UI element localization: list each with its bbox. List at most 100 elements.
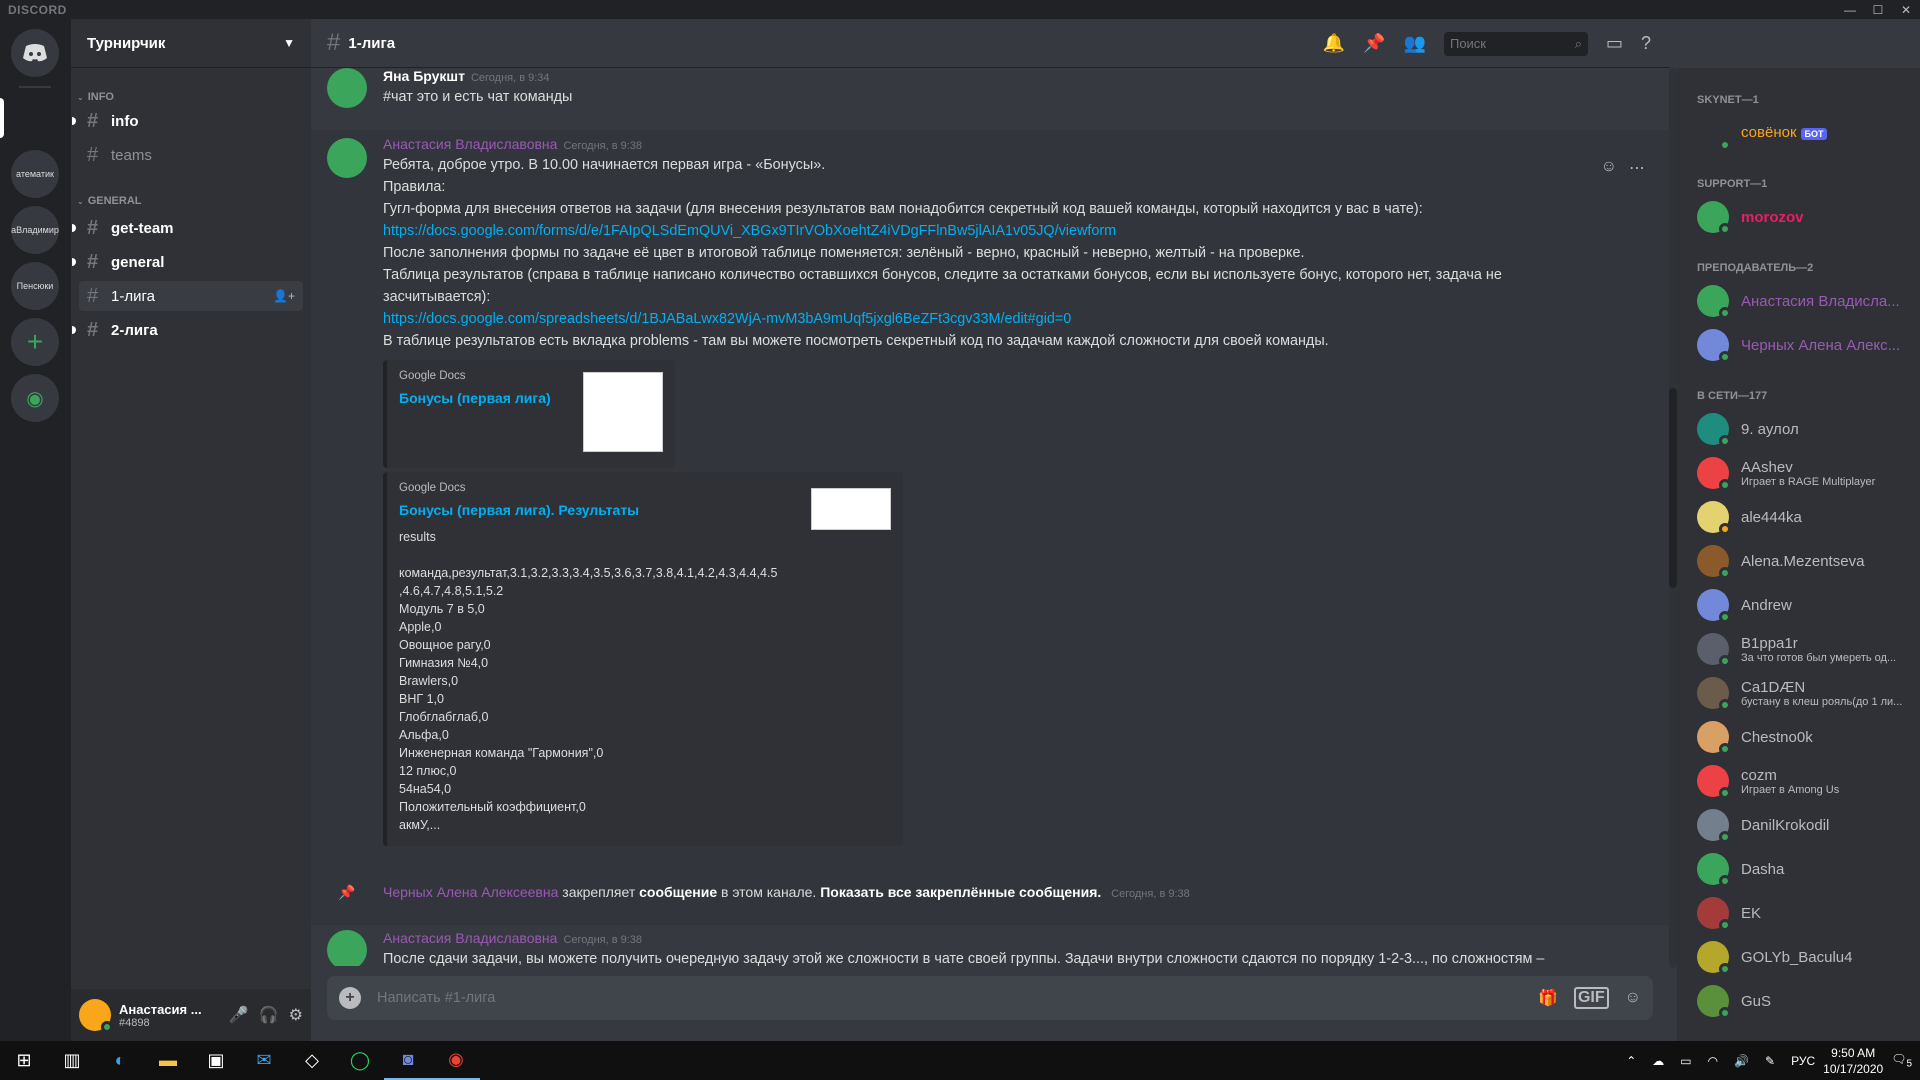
member-item[interactable]: AAshev Играет в RAGE Multiplayer xyxy=(1697,452,1912,494)
app-icon[interactable]: ◇ xyxy=(288,1041,336,1080)
message-timestamp: Сегодня, в 9:34 xyxy=(470,72,550,84)
pen-icon[interactable]: ✎ xyxy=(1765,1054,1775,1068)
member-item[interactable]: Alena.Mezentseva xyxy=(1697,540,1912,582)
member-item[interactable]: 9. аулол xyxy=(1697,408,1912,450)
search-icon: ⌕ xyxy=(1574,35,1582,51)
channel-2-liga[interactable]: #2-лига xyxy=(72,315,303,345)
channel-general[interactable]: # general xyxy=(72,247,303,277)
member-item[interactable]: cozm Играет в Among Us xyxy=(1697,760,1912,802)
avatar xyxy=(1697,633,1731,667)
maximize-icon[interactable]: ☐ xyxy=(1864,0,1892,19)
help-icon[interactable]: ? xyxy=(1641,33,1651,54)
message-author[interactable]: Яна Брукшт xyxy=(383,68,465,84)
hash-icon: # xyxy=(87,318,99,341)
member-item[interactable]: Ca1DÆN бустану в клеш рояль(до 1 ли... xyxy=(1697,672,1912,714)
member-item[interactable]: GuS xyxy=(1697,980,1912,1022)
add-server-button[interactable]: + xyxy=(11,318,59,366)
category-info[interactable]: ⌄ INFO xyxy=(71,87,114,107)
close-icon[interactable]: ✕ xyxy=(1892,0,1920,19)
volume-icon[interactable]: 🔊 xyxy=(1734,1054,1749,1068)
create-invite-icon[interactable]: 👤+ xyxy=(273,289,295,303)
upload-plus-icon[interactable]: + xyxy=(339,987,361,1009)
server-name: Турнирчик xyxy=(87,34,166,52)
discord-taskbar-icon[interactable]: ◙ xyxy=(384,1041,432,1080)
bell-icon[interactable]: 🔔 xyxy=(1323,33,1345,54)
members-icon[interactable]: 👥 xyxy=(1404,33,1426,54)
channel-teams[interactable]: # teams xyxy=(79,140,303,170)
wifi-icon[interactable]: ◠ xyxy=(1708,1054,1718,1068)
clock[interactable]: 9:50 AM 10/17/2020 xyxy=(1823,1045,1883,1077)
google-form-link[interactable]: https://docs.google.com/forms/d/e/1FAIpQ… xyxy=(383,220,1669,242)
hash-icon: # xyxy=(87,250,99,273)
show-pinned-link[interactable]: Показать все закреплённые сообщения. xyxy=(820,884,1101,900)
member-item[interactable]: Chestno0k xyxy=(1697,716,1912,758)
message-author[interactable]: Анастасия Владиславовна xyxy=(383,930,557,946)
pin-icon[interactable]: 📌 xyxy=(1363,33,1385,54)
server-turnirchik[interactable] xyxy=(11,94,59,142)
gif-button[interactable]: GIF xyxy=(1573,987,1609,1009)
whatsapp-icon[interactable]: ◯ xyxy=(336,1041,384,1080)
message-composer[interactable]: + Написать #1-лига 🎁 GIF ☺ xyxy=(327,976,1653,1020)
cloud-icon[interactable]: ☁ xyxy=(1652,1054,1664,1068)
member-item[interactable]: EK xyxy=(1697,892,1912,934)
channel-info[interactable]: # info xyxy=(72,106,303,136)
more-options-icon[interactable]: ⋯ xyxy=(1629,158,1645,178)
member-item[interactable]: DanilKrokodil xyxy=(1697,804,1912,846)
edge-icon[interactable]: ◐ xyxy=(96,1041,144,1080)
store-icon[interactable]: ▣ xyxy=(192,1041,240,1080)
windows-start-icon[interactable]: ⊞ xyxy=(0,1041,48,1080)
message-author[interactable]: Анастасия Владиславовна xyxy=(383,136,557,152)
home-button[interactable] xyxy=(11,29,59,77)
file-explorer-icon[interactable]: ▬ xyxy=(144,1041,192,1080)
scrollbar[interactable] xyxy=(1669,68,1677,968)
task-view-icon[interactable]: ▥ xyxy=(48,1041,96,1080)
channel-get-team[interactable]: # get-team xyxy=(72,213,303,243)
avatar[interactable] xyxy=(327,930,367,966)
avatar[interactable] xyxy=(79,999,113,1033)
member-item[interactable]: совёнок БОТ xyxy=(1697,112,1912,154)
battery-icon[interactable]: ▭ xyxy=(1680,1054,1691,1068)
channel-header: # 1-лига 🔔 📌 👥 Поиск ⌕ ▭ ? xyxy=(311,19,1669,68)
channel-1-liga[interactable]: #1-лига 👤+ xyxy=(79,281,303,311)
search-input[interactable]: Поиск ⌕ xyxy=(1443,31,1588,56)
chevron-icon: ⌄ xyxy=(77,196,84,206)
category-general[interactable]: ⌄ GENERAL xyxy=(71,191,141,211)
server-header[interactable]: Турнирчик ▼ xyxy=(71,19,311,68)
chevron-up-icon[interactable]: ⌃ xyxy=(1626,1054,1636,1068)
explore-servers-button[interactable]: ◉ xyxy=(11,374,59,422)
chrome-icon[interactable]: ◉ xyxy=(432,1041,480,1080)
member-item[interactable]: Черных Алена Алекс... xyxy=(1697,324,1912,366)
gift-icon[interactable]: 🎁 xyxy=(1538,988,1558,1008)
member-item[interactable]: ale444ka xyxy=(1697,496,1912,538)
server-icon[interactable]: Пенсюки xyxy=(11,262,59,310)
mail-icon[interactable]: ✉ xyxy=(240,1041,288,1080)
member-item[interactable]: morozov xyxy=(1697,196,1912,238)
add-reaction-icon[interactable]: ☺ xyxy=(1601,158,1617,178)
member-item[interactable]: B1ppa1r За что готов был умереть од... xyxy=(1697,628,1912,670)
member-item[interactable]: Анастасия Владисла... xyxy=(1697,280,1912,322)
online-status-icon xyxy=(101,1021,113,1033)
headphones-icon[interactable]: 🎧 xyxy=(259,1005,279,1025)
notifications-icon[interactable]: 🗨5 xyxy=(1891,1052,1912,1069)
system-author[interactable]: Черных Алена Алексеевна xyxy=(383,884,558,900)
member-item[interactable]: GOLYb_Baculu4 xyxy=(1697,936,1912,978)
user-name: Анастасия ... xyxy=(119,1001,202,1017)
scrollbar-thumb[interactable] xyxy=(1669,388,1677,588)
member-item[interactable]: Andrew xyxy=(1697,584,1912,626)
pinned-message-link[interactable]: сообщение xyxy=(639,884,717,900)
spreadsheet-link[interactable]: https://docs.google.com/spreadsheets/d/1… xyxy=(383,308,1669,330)
avatar[interactable] xyxy=(327,68,367,108)
inbox-icon[interactable]: ▭ xyxy=(1606,33,1623,54)
server-icon[interactable]: атематик xyxy=(11,150,59,198)
gear-icon[interactable]: ⚙ xyxy=(289,1005,303,1025)
language-indicator[interactable]: РУС xyxy=(1791,1054,1815,1068)
emoji-icon[interactable]: ☺ xyxy=(1625,989,1641,1007)
mute-microphone-icon[interactable]: 🎤 xyxy=(229,1005,249,1025)
embed-thumbnail[interactable] xyxy=(583,372,663,452)
message-input[interactable]: Написать #1-лига xyxy=(377,990,1522,1006)
server-icon[interactable]: аВладимир xyxy=(11,206,59,254)
avatar[interactable] xyxy=(327,138,367,178)
embed-thumbnail[interactable] xyxy=(811,488,891,530)
minimize-icon[interactable]: — xyxy=(1836,0,1864,19)
member-item[interactable]: Dasha xyxy=(1697,848,1912,890)
